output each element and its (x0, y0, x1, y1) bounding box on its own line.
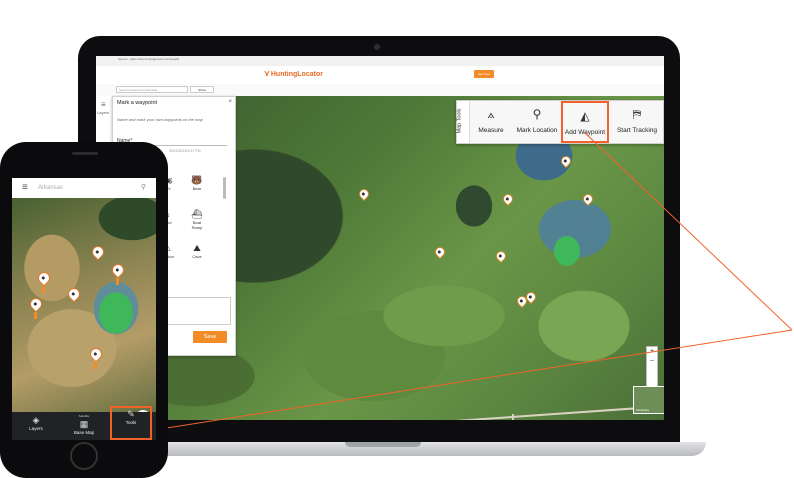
phone-tab-bar: ◈ Layers Satellite ▦ Base Map ✎ Tools (12, 406, 156, 440)
map-pin-icon[interactable] (87, 345, 105, 363)
waypoint-option-cave[interactable]: ⛰ Cave (189, 243, 205, 259)
pond-algae (554, 236, 580, 266)
map-pin-icon[interactable] (493, 248, 509, 264)
phone-map[interactable]: ≡ Arkansas ⚲ ◎ (12, 178, 156, 440)
home-button[interactable] (70, 442, 98, 470)
compass-icon: ⟑ (487, 107, 495, 121)
waypoint-option-bear[interactable]: 🐻 Bear (189, 175, 205, 191)
phone-search-input[interactable]: Arkansas (38, 182, 63, 194)
tab-layers[interactable]: ◈ Layers (16, 414, 56, 431)
road (512, 414, 514, 420)
waypoint-icon-grid: 🏍 ATV 🐻 Bear ⌂ Blind ⛴ Boat Ramp ⚠ Cauti… (159, 175, 235, 279)
map-pin-icon[interactable] (356, 186, 372, 202)
laptop-camera (374, 44, 380, 50)
site-logo[interactable]: ⋎HuntingLocator (264, 69, 323, 78)
waypoint-option-label: Boat Ramp (191, 220, 203, 230)
close-icon[interactable]: × (228, 99, 232, 105)
laptop-notch (345, 442, 421, 447)
map-pin-icon[interactable] (65, 285, 83, 303)
hamburger-menu-icon[interactable]: ≡ (22, 182, 28, 194)
location-pin-icon: ⚲ (532, 107, 542, 121)
waypoint-option-boat-ramp[interactable]: ⛴ Boat Ramp (189, 209, 205, 230)
map-search-input[interactable]: Search keyword or Arkansas (116, 86, 188, 93)
tool-label: Measure (478, 127, 504, 134)
antler-logo-icon: ⋎ (264, 69, 270, 78)
base-map-icon: ▦ (79, 419, 89, 429)
map-pin-icon[interactable] (109, 261, 127, 279)
zoom-in-button[interactable]: + (647, 347, 657, 357)
waypoint-date: 05/13/2018 5:37 PM (169, 149, 201, 153)
pin-marker (94, 362, 97, 369)
url-text[interactable]: Secure - https://dev.huntinglocator.com/… (118, 57, 179, 61)
phone: ≡ Arkansas ⚲ ◎ ◈ Layers Satellite ▦ Base… (0, 142, 168, 478)
map-tools-toolbar: Map Tools ⟑ Measure ⚲ Mark Location ◭ Ad… (456, 100, 664, 144)
tab-label: Base Map (73, 430, 95, 435)
map-pin-icon[interactable] (35, 269, 53, 287)
save-button[interactable]: Save (193, 331, 227, 343)
bear-icon: 🐻 (191, 175, 203, 185)
layers-icon[interactable]: ≡ (101, 100, 106, 109)
map-pin-icon[interactable] (432, 244, 448, 260)
map-waypoint-icon: ◭ (580, 109, 590, 123)
phone-speaker (72, 152, 98, 155)
tab-label: Layers (29, 426, 43, 431)
base-map-thumbnail[interactable]: Topography (633, 386, 664, 414)
tab-label: Tools (125, 420, 137, 425)
pin-marker (34, 312, 37, 319)
tool-label: Add Waypoint (564, 129, 606, 136)
mark-location-button[interactable]: ⚲ Mark Location (513, 101, 561, 143)
tool-label: Start Tracking (616, 127, 658, 134)
cta-button[interactable]: Get Free (474, 70, 494, 78)
map-tools-tab-label: Map Tools (456, 108, 463, 134)
thumbnail-label: Topography (636, 409, 650, 412)
pin-marker (116, 278, 119, 285)
map-pin-icon[interactable] (27, 295, 45, 313)
zoom-out-button[interactable]: − (647, 357, 657, 367)
map-tools-tab[interactable]: Map Tools (456, 101, 470, 143)
brand-name: HuntingLocator (270, 71, 323, 78)
start-tracking-button[interactable]: ⛿ Start Tracking (611, 101, 663, 143)
map-pin-icon[interactable] (89, 243, 107, 261)
site-header: ⋎HuntingLocator Get Free (96, 66, 664, 85)
waypoint-option-label: Cave (192, 254, 202, 259)
pin-marker (42, 286, 45, 293)
tools-icon: ✎ (127, 409, 135, 419)
panel-title: Mark a waypoint (117, 100, 158, 106)
cave-icon: ⛰ (193, 243, 201, 253)
add-waypoint-button[interactable]: ◭ Add Waypoint (561, 101, 609, 143)
tab-tools[interactable]: ✎ Tools (110, 406, 152, 440)
phone-search[interactable]: ≡ Arkansas ⚲ (22, 182, 152, 194)
tool-label: Mark Location (516, 127, 558, 134)
phone-search-bar: ≡ Arkansas ⚲ (12, 178, 156, 198)
rail-layers-label[interactable]: Layers (97, 110, 109, 115)
panel-hint: Name and mark your own waypoints on the … (117, 117, 203, 122)
boat-ramp-icon: ⛴ (191, 209, 203, 219)
zoom-control: + − (646, 346, 658, 388)
map-pin-icon[interactable] (500, 191, 516, 207)
tab-base-map[interactable]: Satellite ▦ Base Map (64, 414, 104, 435)
search-icon[interactable]: ⚲ (141, 182, 146, 194)
measure-button[interactable]: ⟑ Measure (471, 101, 511, 143)
layers-icon: ◈ (32, 415, 40, 425)
tracking-icon: ⛿ (632, 107, 642, 121)
waypoint-option-label: Bear (192, 186, 202, 191)
laptop-screen: Secure - https://dev.huntinglocator.com/… (96, 56, 664, 420)
map-pin-icon[interactable] (558, 153, 574, 169)
map-search-button[interactable]: Show (190, 86, 214, 93)
